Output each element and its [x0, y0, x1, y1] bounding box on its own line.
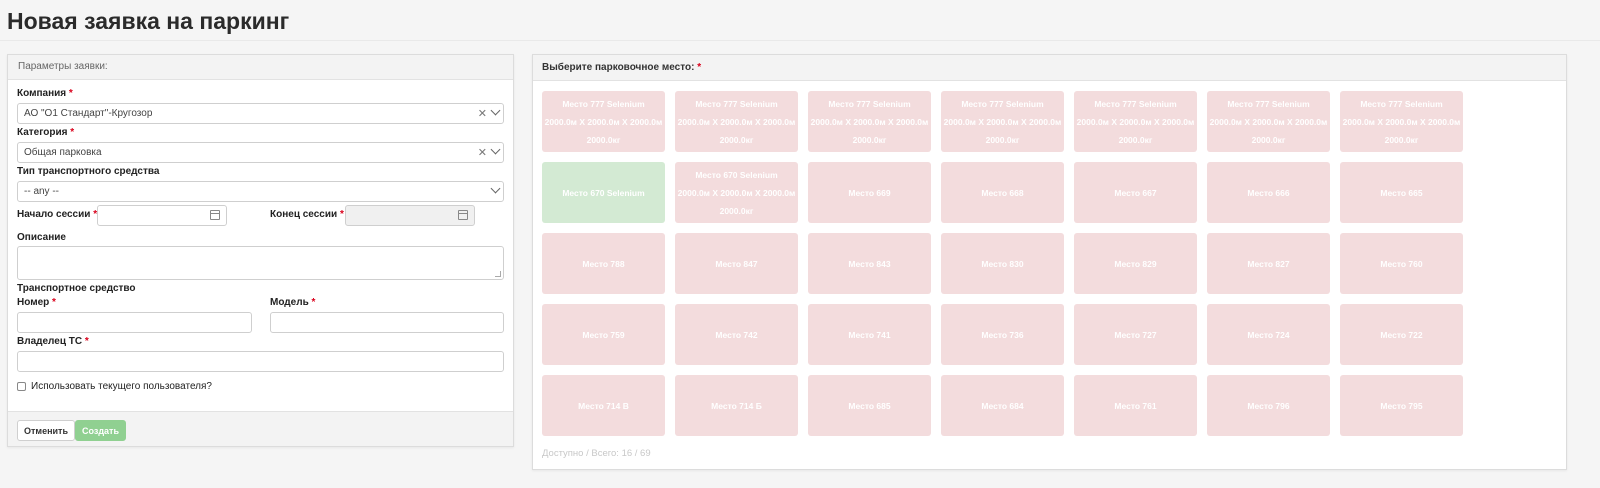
parking-spot[interactable]: Место 796 — [1207, 375, 1330, 436]
page-title: Новая заявка на паркинг — [7, 8, 290, 34]
parking-spot-panel: Выберите парковочное место: * Место 777 … — [532, 54, 1567, 470]
description-label: Описание — [17, 232, 66, 243]
session-end-input[interactable] — [345, 205, 475, 226]
chevron-down-icon[interactable] — [490, 105, 501, 116]
parking-spot[interactable]: Место 666 — [1207, 162, 1330, 223]
session-start-label: Начало сессии * — [17, 209, 98, 220]
parking-spot[interactable]: Место 669 — [808, 162, 931, 223]
use-current-user-checkbox[interactable] — [17, 382, 26, 391]
parking-spot[interactable]: Место 777 Selenium 2000.0м X 2000.0м X 2… — [675, 91, 798, 152]
parking-spot[interactable]: Место 668 — [941, 162, 1064, 223]
category-select[interactable]: Общая парковка ✕ — [17, 142, 504, 163]
parking-spot[interactable]: Место 742 — [675, 304, 798, 365]
availability-count: Доступно / Всего: 16 / 69 — [542, 448, 651, 459]
title-divider — [0, 40, 1600, 41]
owner-input[interactable] — [17, 351, 504, 372]
clear-icon[interactable]: ✕ — [478, 146, 487, 159]
company-select[interactable]: АО "О1 Стандарт"-Кругозор ✕ — [17, 103, 504, 124]
number-input[interactable] — [17, 312, 252, 333]
parking-spot[interactable]: Место 777 Selenium 2000.0м X 2000.0м X 2… — [1340, 91, 1463, 152]
model-label: Модель * — [270, 297, 316, 308]
parking-spot[interactable]: Место 727 — [1074, 304, 1197, 365]
calendar-icon[interactable] — [210, 210, 220, 220]
category-value: Общая парковка — [24, 147, 102, 158]
parking-spot-grid: Место 777 Selenium 2000.0м X 2000.0м X 2… — [542, 91, 1472, 451]
parking-spot[interactable]: Место 667 — [1074, 162, 1197, 223]
parking-spot[interactable]: Место 843 — [808, 233, 931, 294]
parking-spot[interactable]: Место 827 — [1207, 233, 1330, 294]
create-button[interactable]: Создать — [75, 420, 126, 441]
cancel-button[interactable]: Отменить — [17, 420, 75, 441]
description-textarea[interactable] — [17, 246, 504, 280]
parking-spot[interactable]: Место 685 — [808, 375, 931, 436]
category-label: Категория * — [17, 127, 75, 138]
company-value: АО "О1 Стандарт"-Кругозор — [24, 108, 153, 119]
parking-spot[interactable]: Место 830 — [941, 233, 1064, 294]
company-label: Компания * — [17, 88, 73, 99]
session-end-label: Конец сессии * — [270, 209, 344, 220]
request-params-panel: Параметры заявки: Компания * АО "О1 Стан… — [7, 54, 514, 447]
parking-spot[interactable]: Место 714 В — [542, 375, 665, 436]
number-label: Номер * — [17, 297, 56, 308]
vehicle-type-select[interactable]: -- any -- — [17, 181, 504, 202]
owner-label: Владелец ТС * — [17, 336, 89, 347]
parking-spot[interactable]: Место 670 Selenium 2000.0м X 2000.0м X 2… — [675, 162, 798, 223]
parking-spot[interactable]: Место 759 — [542, 304, 665, 365]
parking-spot[interactable]: Место 829 — [1074, 233, 1197, 294]
request-params-header: Параметры заявки: — [8, 55, 513, 80]
parking-spot[interactable]: Место 736 — [941, 304, 1064, 365]
parking-spot[interactable]: Место 741 — [808, 304, 931, 365]
parking-spot[interactable]: Место 777 Selenium 2000.0м X 2000.0м X 2… — [542, 91, 665, 152]
parking-spot[interactable]: Место 795 — [1340, 375, 1463, 436]
parking-spot[interactable]: Место 788 — [542, 233, 665, 294]
parking-spot[interactable]: Место 714 Б — [675, 375, 798, 436]
calendar-icon[interactable] — [458, 210, 468, 220]
vehicle-type-value: -- any -- — [24, 186, 59, 197]
form-footer: Отменить Создать — [8, 411, 513, 446]
parking-spot[interactable]: Место 777 Selenium 2000.0м X 2000.0м X 2… — [941, 91, 1064, 152]
vehicle-type-label: Тип транспортного средства — [17, 166, 160, 177]
parking-spot[interactable]: Место 670 Selenium — [542, 162, 665, 223]
parking-spot[interactable]: Место 847 — [675, 233, 798, 294]
parking-spot[interactable]: Место 777 Selenium 2000.0м X 2000.0м X 2… — [808, 91, 931, 152]
use-current-user-label: Использовать текущего пользователя? — [31, 381, 212, 392]
parking-spot[interactable]: Место 724 — [1207, 304, 1330, 365]
chevron-down-icon[interactable] — [490, 183, 501, 194]
parking-spot[interactable]: Место 777 Selenium 2000.0м X 2000.0м X 2… — [1207, 91, 1330, 152]
use-current-user-row[interactable]: Использовать текущего пользователя? — [17, 381, 212, 392]
parking-spot[interactable]: Место 665 — [1340, 162, 1463, 223]
parking-spot[interactable]: Место 760 — [1340, 233, 1463, 294]
parking-spot[interactable]: Место 777 Selenium 2000.0м X 2000.0м X 2… — [1074, 91, 1197, 152]
resize-grip-icon[interactable] — [495, 271, 501, 277]
vehicle-section-title: Транспортное средство — [17, 283, 136, 294]
model-input[interactable] — [270, 312, 504, 333]
parking-spot[interactable]: Место 684 — [941, 375, 1064, 436]
clear-icon[interactable]: ✕ — [478, 107, 487, 120]
session-start-input[interactable] — [97, 205, 227, 226]
parking-spot-header: Выберите парковочное место: * — [533, 55, 1566, 81]
chevron-down-icon[interactable] — [490, 144, 501, 155]
parking-spot[interactable]: Место 722 — [1340, 304, 1463, 365]
parking-spot[interactable]: Место 761 — [1074, 375, 1197, 436]
